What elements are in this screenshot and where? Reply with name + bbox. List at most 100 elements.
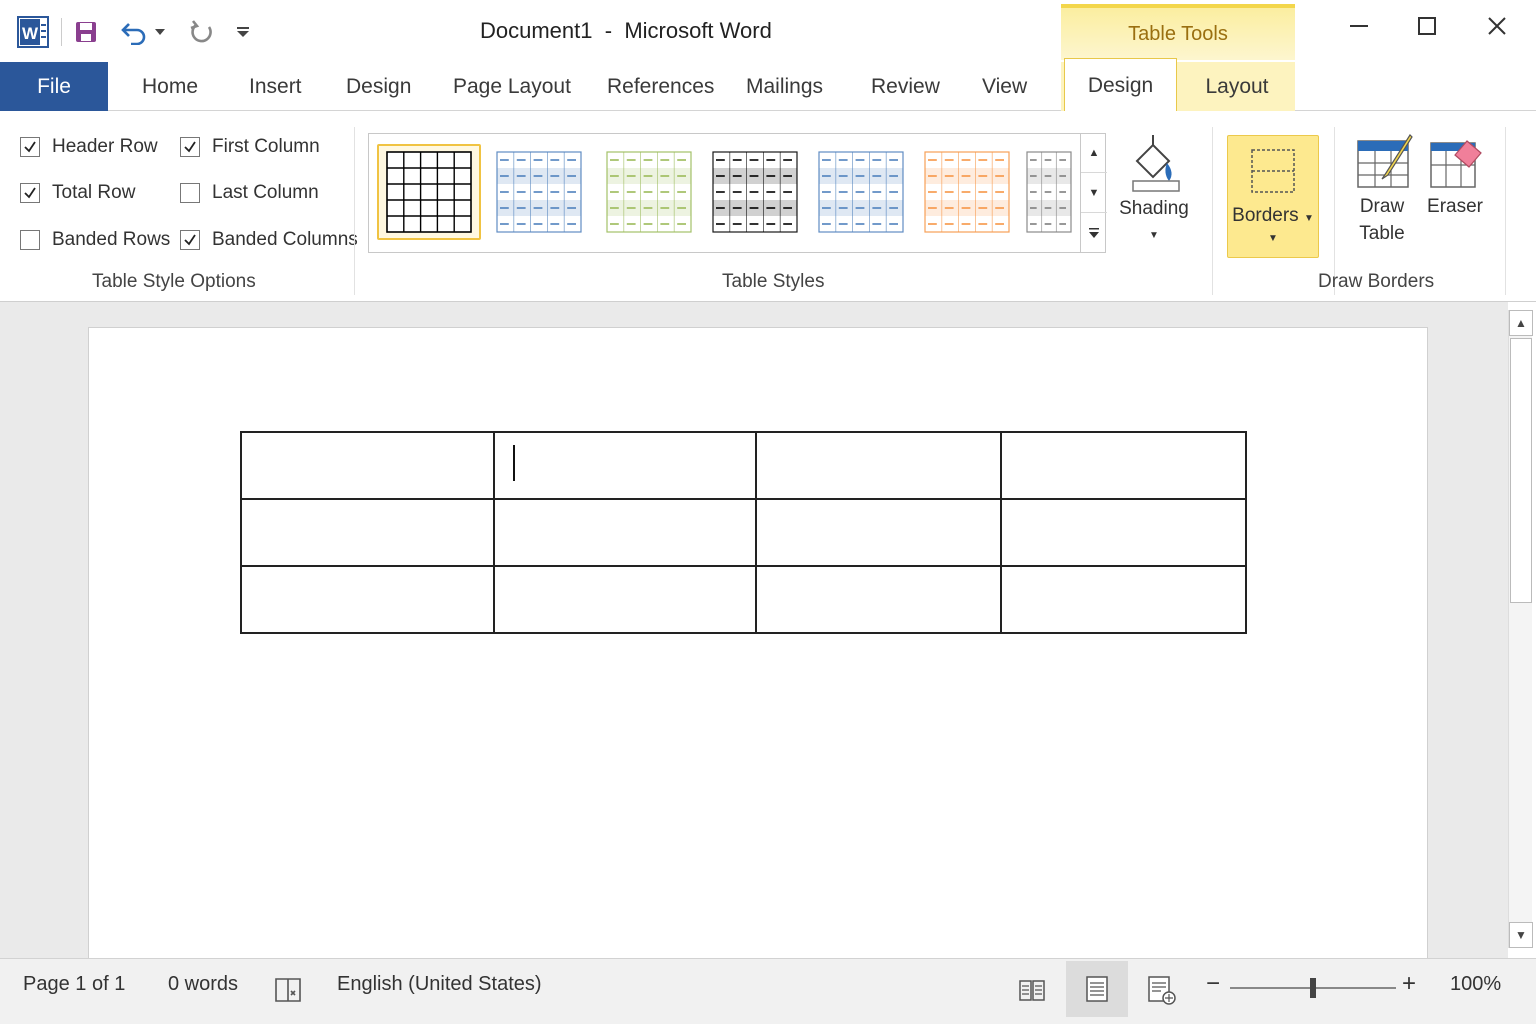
table-cell[interactable] (1000, 431, 1247, 500)
maximize-button[interactable] (1404, 10, 1450, 42)
tab-design[interactable]: Design (346, 62, 411, 111)
group-label-table-styles: Table Styles (722, 271, 825, 292)
scroll-thumb[interactable] (1510, 338, 1532, 603)
table-cell[interactable] (240, 498, 495, 567)
banded-rows-checkbox[interactable] (20, 230, 40, 250)
eraser-label: Eraser (1427, 196, 1483, 217)
table-tools-header: Table Tools (1061, 4, 1295, 60)
tab-view[interactable]: View (982, 62, 1027, 111)
print-layout-icon[interactable] (1066, 961, 1128, 1017)
tab-home[interactable]: Home (142, 62, 198, 111)
table-style-swatch[interactable] (703, 144, 807, 240)
table-cell[interactable] (493, 565, 757, 634)
shading-label: Shading (1119, 198, 1189, 219)
qat-separator (61, 18, 62, 46)
undo-dropdown-icon[interactable] (152, 14, 168, 50)
table-cell[interactable] (240, 431, 495, 500)
tab-review[interactable]: Review (871, 62, 940, 111)
option-last-column[interactable]: Last Column (180, 182, 319, 204)
undo-icon[interactable] (116, 14, 152, 50)
text-caret (513, 445, 515, 481)
language[interactable]: English (United States) (337, 973, 542, 996)
gallery-more-button[interactable] (1081, 213, 1107, 253)
table-cell[interactable] (493, 431, 757, 500)
redo-icon[interactable] (186, 14, 218, 50)
tab-table-layout[interactable]: Layout (1180, 62, 1294, 111)
table-cell[interactable] (1000, 565, 1247, 634)
borders-dropdown-icon: ▼ (1268, 233, 1278, 244)
customize-qat-icon[interactable] (232, 14, 254, 50)
option-first-column[interactable]: First Column (180, 136, 320, 158)
tab-references[interactable]: References (607, 62, 714, 111)
svg-text:W: W (22, 24, 39, 43)
table-style-swatch[interactable] (597, 144, 701, 240)
vertical-scrollbar[interactable]: ▲ ▼ (1508, 310, 1533, 948)
table-style-swatch[interactable] (1019, 144, 1079, 240)
draw-table-button[interactable]: Draw Table (1346, 133, 1418, 247)
close-icon (1488, 17, 1506, 35)
title-bar: W Document1 - Microsoft Word Table Tools (0, 0, 1536, 62)
table-style-swatch[interactable] (915, 144, 1019, 240)
zoom-slider-thumb[interactable] (1310, 978, 1316, 998)
word-app-icon[interactable]: W (16, 14, 50, 50)
gallery-down-button[interactable]: ▼ (1081, 173, 1107, 213)
document-page[interactable] (88, 327, 1428, 958)
tab-table-design[interactable]: Design (1064, 58, 1177, 112)
table-cell[interactable] (493, 498, 757, 567)
tab-mailings[interactable]: Mailings (746, 62, 823, 111)
table-cell[interactable] (240, 565, 495, 634)
last-column-checkbox[interactable] (180, 183, 200, 203)
zoom-slider-track[interactable] (1230, 978, 1396, 998)
first-column-checkbox[interactable] (180, 137, 200, 157)
banded-columns-checkbox[interactable] (180, 230, 200, 250)
zoom-in-button[interactable]: + (1402, 970, 1416, 998)
option-total-row[interactable]: Total Row (20, 182, 135, 204)
group-label-table-style-options: Table Style Options (92, 271, 256, 292)
scroll-up-button[interactable]: ▲ (1509, 310, 1533, 336)
zoom-level[interactable]: 100% (1450, 973, 1501, 996)
web-layout-icon[interactable] (1142, 967, 1182, 1013)
header-row-checkbox[interactable] (20, 137, 40, 157)
last-column-label: Last Column (212, 182, 319, 203)
table-style-swatch[interactable] (377, 144, 481, 240)
tab-file[interactable]: File (0, 62, 108, 111)
option-banded-rows[interactable]: Banded Rows (20, 229, 170, 251)
total-row-label: Total Row (52, 182, 136, 203)
total-row-checkbox[interactable] (20, 183, 40, 203)
group-separator (1505, 127, 1506, 295)
scroll-down-button[interactable]: ▼ (1509, 922, 1533, 948)
close-button[interactable] (1474, 10, 1520, 42)
shading-button[interactable]: Shading ▼ (1116, 133, 1192, 249)
borders-label: Borders (1232, 205, 1299, 226)
borders-caret-icon: ▼ (1303, 213, 1314, 224)
word-count[interactable]: 0 words (168, 973, 238, 996)
status-bar: Page 1 of 1 0 words English (United Stat… (0, 958, 1536, 1024)
save-icon[interactable] (72, 14, 100, 50)
paint-bucket-icon (1132, 135, 1180, 192)
minimize-button[interactable] (1336, 10, 1382, 42)
eraser-button[interactable]: Eraser (1424, 133, 1486, 220)
draw-table-label-2: Table (1359, 223, 1405, 244)
table-cell[interactable] (755, 498, 1002, 567)
table-style-swatch[interactable] (487, 144, 591, 240)
group-separator (354, 127, 355, 295)
table-style-swatch[interactable] (809, 144, 913, 240)
draw-table-icon (1357, 134, 1413, 188)
borders-button[interactable]: Borders ▼ ▼ (1227, 135, 1319, 258)
tab-insert[interactable]: Insert (249, 62, 302, 111)
document-table[interactable] (240, 431, 1247, 634)
ribbon: Header Row First Column Total Row Last C… (0, 111, 1536, 302)
zoom-out-button[interactable]: − (1206, 970, 1220, 998)
proofing-icon[interactable] (272, 967, 304, 1013)
page-indicator[interactable]: Page 1 of 1 (23, 973, 125, 996)
option-banded-columns[interactable]: Banded Columns (180, 229, 358, 251)
table-cell[interactable] (755, 565, 1002, 634)
tab-page-layout[interactable]: Page Layout (453, 62, 571, 111)
document-name: Document1 (480, 18, 593, 43)
table-cell[interactable] (1000, 498, 1247, 567)
ribbon-tabs: File Home Insert Design Page Layout Refe… (0, 58, 1536, 112)
gallery-up-button[interactable]: ▲ (1081, 133, 1107, 173)
read-mode-icon[interactable] (1012, 967, 1052, 1013)
option-header-row[interactable]: Header Row (20, 136, 158, 158)
table-cell[interactable] (755, 431, 1002, 500)
